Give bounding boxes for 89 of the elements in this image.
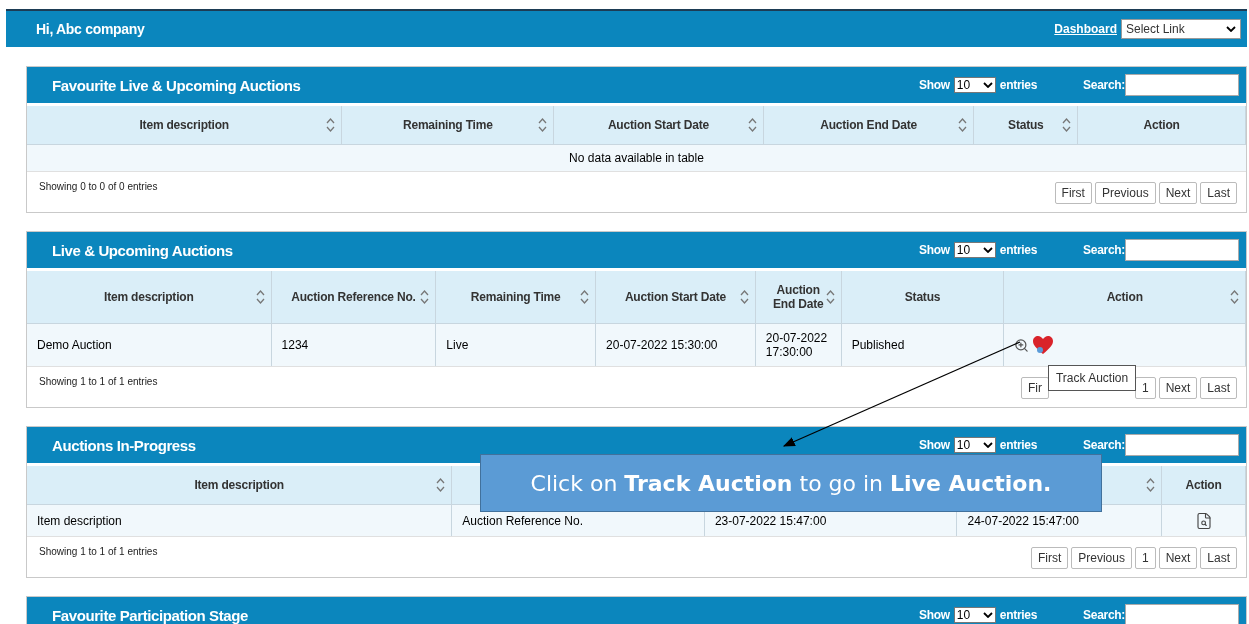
search-label: Search: (1083, 78, 1125, 92)
sort-icon[interactable] (825, 289, 835, 305)
table-cell: Published (841, 324, 1005, 366)
column-header[interactable]: Item description (27, 106, 343, 145)
caret-icon (1226, 26, 1236, 32)
column-header[interactable]: Remaining Time (342, 106, 555, 145)
search-label: Search: (1083, 243, 1125, 257)
pagination-button[interactable]: First (1054, 182, 1092, 204)
pagination-button[interactable]: Previous (1094, 182, 1156, 204)
link-select[interactable]: Select Link (1121, 19, 1241, 39)
entries-label: entries (999, 608, 1038, 622)
pagination-button[interactable]: Next (1158, 377, 1198, 399)
pagination-button[interactable]: Last (1200, 377, 1237, 399)
sort-icon[interactable] (255, 289, 265, 305)
sort-icon[interactable] (326, 117, 336, 133)
entries-info: Showing 0 to 0 of 0 entries (39, 181, 158, 192)
table-cell: 20-07-2022 15:30:00 (596, 324, 756, 366)
table-cell: Item description (27, 505, 453, 536)
entries-select[interactable]: 10 (953, 242, 996, 258)
pagination-button[interactable]: 1 (1134, 377, 1156, 399)
sort-icon[interactable] (739, 289, 749, 305)
sort-icon[interactable] (580, 289, 590, 305)
caret-icon (982, 442, 993, 448)
column-header[interactable]: Item description (27, 466, 453, 505)
table-cell: Demo Auction (27, 324, 272, 366)
search-field[interactable] (1125, 434, 1239, 456)
search-field[interactable] (1125, 239, 1239, 261)
pagination-button[interactable]: 1 (1134, 547, 1156, 569)
sort-icon[interactable] (747, 117, 757, 133)
search-field[interactable] (1125, 604, 1239, 624)
pagination-button[interactable]: Previous (1071, 547, 1132, 569)
greeting: Hi, Abc company (36, 21, 145, 37)
dashboard-link[interactable]: Dashboard (1054, 22, 1117, 36)
column-header[interactable]: Status (841, 271, 1005, 324)
sort-icon[interactable] (1146, 477, 1156, 493)
search-label: Search: (1083, 438, 1125, 452)
entries-label: entries (999, 438, 1038, 452)
show-label: Show (919, 243, 950, 257)
entries-label: entries (999, 243, 1038, 257)
heart-icon[interactable] (1032, 335, 1055, 355)
show-label: Show (919, 438, 950, 452)
callout-tooltip: Click on Track Auction to go in Live Auction. (480, 454, 1102, 512)
pagination-button[interactable]: Next (1158, 182, 1198, 204)
table-cell: 20-07-2022 17:30:00 (755, 324, 842, 366)
entries-info: Showing 1 to 1 of 1 entries (39, 546, 158, 557)
panel-title: Auctions In-Progress (52, 436, 197, 454)
empty-message: No data available in table (27, 145, 1246, 171)
caret-icon (982, 247, 993, 253)
column-header[interactable]: Action (1004, 271, 1246, 324)
panel-title: Favourite Participation Stage (52, 606, 249, 624)
column-header[interactable]: Auction Reference No. (271, 271, 437, 324)
column-header[interactable]: Item description (27, 271, 272, 324)
entries-info: Showing 1 to 1 of 1 entries (39, 376, 158, 387)
panel-title: Favourite Live & Upcoming Auctions (52, 76, 302, 94)
column-header[interactable]: Auction End Date (763, 106, 975, 145)
pagination-button[interactable]: Fir (1020, 377, 1049, 399)
tooltip: Track Auction (1047, 365, 1137, 391)
table-cell: Live (436, 324, 597, 366)
pagination-button[interactable]: Last (1200, 182, 1237, 204)
caret-icon (982, 612, 993, 618)
column-header[interactable]: Auction End Date (755, 271, 842, 324)
entries-select[interactable]: 10 (953, 607, 996, 623)
search-label: Search: (1083, 608, 1125, 622)
column-header[interactable]: Auction Start Date (554, 106, 764, 145)
entries-select[interactable]: 10 (953, 437, 996, 453)
entries-label: entries (999, 78, 1038, 92)
sort-icon[interactable] (420, 289, 430, 305)
sort-icon[interactable] (1062, 117, 1072, 133)
sort-icon[interactable] (958, 117, 968, 133)
zoom-icon[interactable] (1014, 337, 1030, 353)
table-cell: 1234 (271, 324, 437, 366)
pagination-button[interactable]: Last (1200, 547, 1237, 569)
column-header[interactable]: Action (1078, 106, 1246, 145)
entries-select[interactable]: 10 (953, 77, 996, 93)
column-header[interactable]: Remaining Time (436, 271, 597, 324)
pagination-button[interactable]: Next (1158, 547, 1198, 569)
search-field[interactable] (1125, 74, 1239, 96)
column-header[interactable]: Auction Start Date (596, 271, 756, 324)
pagination-button[interactable]: First (1030, 547, 1069, 569)
column-header[interactable]: Status (974, 106, 1079, 145)
sort-icon[interactable] (538, 117, 548, 133)
document-search-icon[interactable] (1194, 511, 1213, 530)
show-label: Show (919, 608, 950, 622)
sort-icon[interactable] (436, 477, 446, 493)
sort-icon[interactable] (1230, 289, 1239, 305)
panel-title: Live & Upcoming Auctions (52, 241, 234, 259)
show-label: Show (919, 78, 950, 92)
caret-icon (982, 82, 993, 88)
column-header[interactable]: Action (1162, 466, 1246, 505)
